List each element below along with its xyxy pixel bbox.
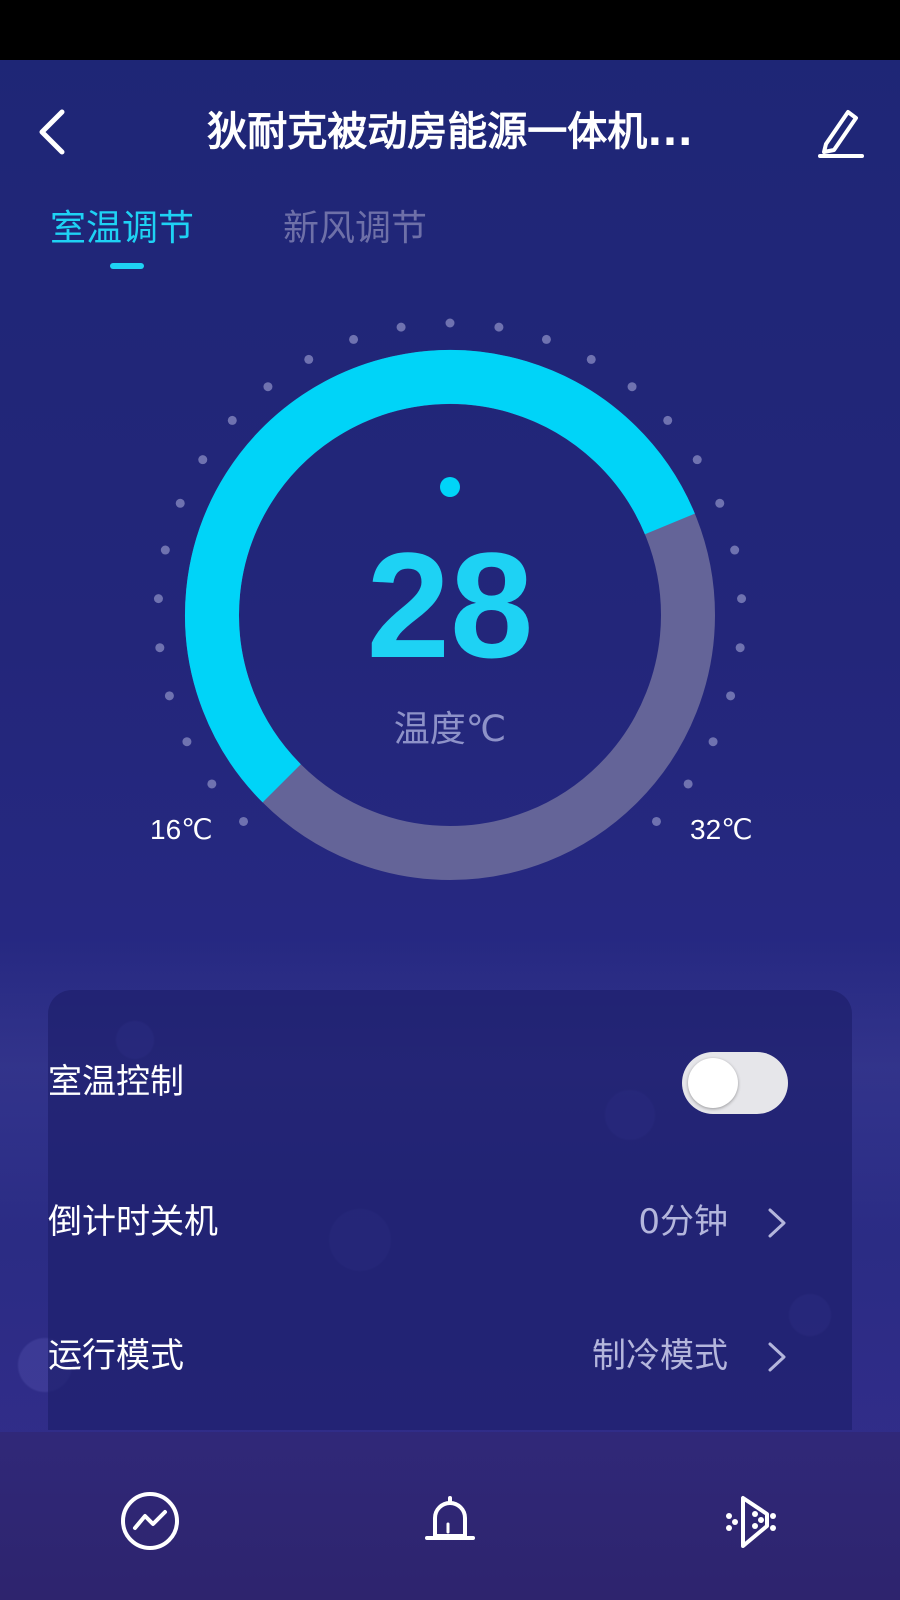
countdown-shutdown-label: 倒计时关机 <box>48 1202 218 1242</box>
dial-tick <box>155 643 165 653</box>
chevron-left-icon <box>39 109 65 155</box>
dial-tick <box>198 455 208 465</box>
dial-tick <box>715 498 725 508</box>
dial-tick <box>730 545 740 555</box>
dial-tick <box>304 354 314 364</box>
dial-tick <box>153 594 163 604</box>
dial-tick <box>651 816 661 826</box>
bell-icon <box>425 1496 475 1540</box>
dial-tick <box>735 643 745 653</box>
active-tab-indicator <box>110 263 144 269</box>
max-temperature-label: 32℃ <box>690 814 753 845</box>
dial-tick <box>708 737 718 747</box>
dial-tick <box>737 594 747 604</box>
status-bar <box>0 0 900 60</box>
dial-tick <box>207 779 217 789</box>
dial-tick <box>160 545 170 555</box>
dial-tick <box>182 737 192 747</box>
room-temp-control-row: 室温控制 <box>48 1042 788 1122</box>
temperature-value: 28 <box>366 521 534 689</box>
dial-tick <box>263 382 273 392</box>
pencil-icon <box>818 110 864 158</box>
dial-tick <box>227 415 237 425</box>
tab-fresh-air[interactable]: 新风调节 <box>283 205 427 253</box>
temperature-dial[interactable]: 28 温度℃ 16℃ 32℃ <box>0 300 900 920</box>
page-title: 狄耐克被动房能源一体机... <box>207 109 693 155</box>
edit-button[interactable] <box>812 104 868 160</box>
dial-tick <box>239 816 249 826</box>
temperature-unit-label: 温度℃ <box>393 709 507 750</box>
tab-bar: 室温调节 新风调节 <box>0 195 900 275</box>
nav-fan-button[interactable] <box>715 1486 785 1556</box>
nav-alarm-button[interactable] <box>415 1486 485 1556</box>
dial-tick <box>494 322 504 332</box>
min-temperature-label: 16℃ <box>150 814 213 845</box>
dial-tick <box>663 415 673 425</box>
room-temp-control-toggle[interactable] <box>682 1052 788 1114</box>
dial-tick <box>586 354 596 364</box>
dial-tick <box>683 779 693 789</box>
tab-room-temperature[interactable]: 室温调节 <box>50 205 194 253</box>
dial-tick <box>726 691 736 701</box>
top-bar: 狄耐克被动房能源一体机... <box>0 60 900 200</box>
dial-tick <box>541 334 551 344</box>
dial-tick <box>445 318 455 328</box>
fan-speaker-icon <box>726 1496 776 1548</box>
trend-chart-icon <box>121 1492 179 1550</box>
dial-handle-dot <box>440 477 460 497</box>
chevron-right-icon <box>768 1208 786 1238</box>
chevron-right-icon <box>768 1342 786 1372</box>
nav-trend-button[interactable] <box>115 1486 185 1556</box>
toggle-knob <box>688 1058 738 1108</box>
dial-tick <box>349 334 359 344</box>
dial-tick <box>692 455 702 465</box>
countdown-shutdown-value: 0分钟 <box>638 1202 728 1242</box>
dial-tick <box>164 691 174 701</box>
room-temp-control-label: 室温控制 <box>48 1062 184 1102</box>
bottom-nav-bar <box>0 1432 900 1600</box>
run-mode-value: 制冷模式 <box>592 1336 728 1376</box>
dial-tick <box>627 382 637 392</box>
dial-tick <box>175 498 185 508</box>
back-button[interactable] <box>30 104 80 160</box>
dial-tick <box>396 322 406 332</box>
run-mode-label: 运行模式 <box>48 1336 184 1376</box>
run-mode-row[interactable]: 运行模式 制冷模式 <box>48 1316 788 1396</box>
countdown-shutdown-row[interactable]: 倒计时关机 0分钟 <box>48 1182 788 1262</box>
